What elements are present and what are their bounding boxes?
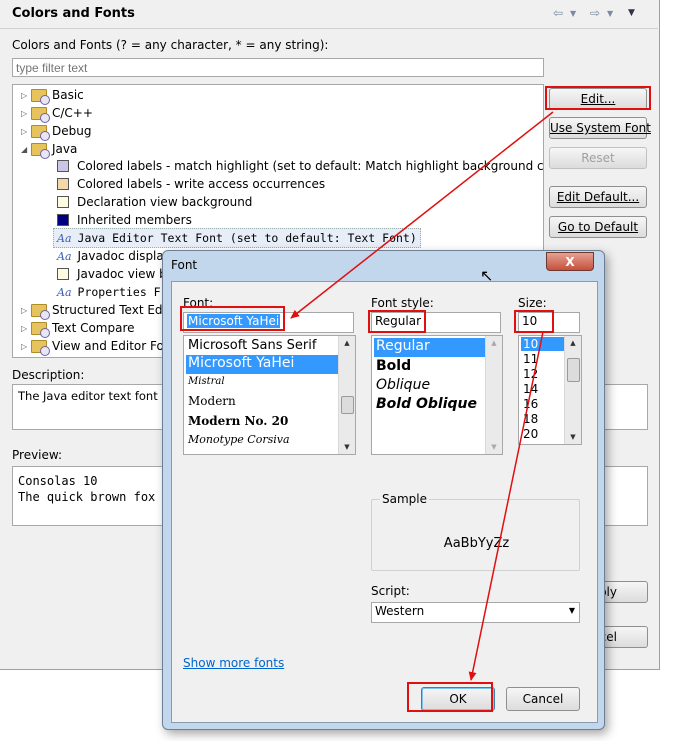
arrow-edit-to-font — [290, 111, 554, 319]
arrow-size-to-ok — [468, 331, 544, 681]
annotation-arrows — [290, 111, 554, 681]
